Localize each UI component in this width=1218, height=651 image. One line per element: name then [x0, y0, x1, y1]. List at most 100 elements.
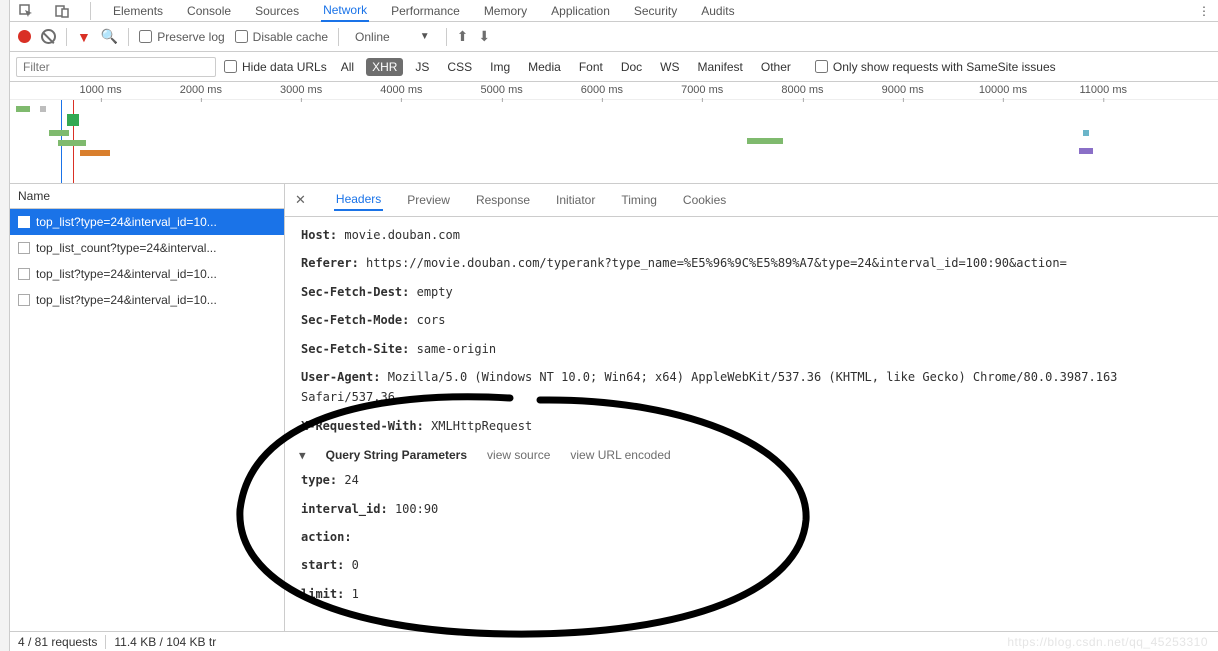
- request-row[interactable]: top_list?type=24&interval_id=10...: [10, 261, 284, 287]
- filter-media[interactable]: Media: [522, 58, 567, 76]
- preserve-log-label: Preserve log: [157, 30, 224, 44]
- samesite-checkbox[interactable]: Only show requests with SameSite issues: [815, 60, 1056, 74]
- tick: 11000 ms: [1079, 84, 1127, 96]
- devtools-gutter: [0, 0, 10, 651]
- download-har-icon[interactable]: ⬇: [478, 28, 490, 45]
- file-icon: [18, 268, 30, 280]
- filter-manifest[interactable]: Manifest: [692, 58, 749, 76]
- search-icon[interactable]: 🔍: [101, 28, 118, 45]
- file-icon: [18, 242, 30, 254]
- filter-font[interactable]: Font: [573, 58, 609, 76]
- header-name: Sec-Fetch-Mode:: [301, 313, 409, 327]
- tick: 2000 ms: [180, 84, 222, 96]
- tick: 6000 ms: [581, 84, 623, 96]
- network-timeline[interactable]: 1000 ms 2000 ms 3000 ms 4000 ms 5000 ms …: [10, 82, 1218, 184]
- request-row[interactable]: top_list_count?type=24&interval...: [10, 235, 284, 261]
- view-source-link[interactable]: view source: [487, 448, 550, 462]
- header-name: X-Requested-With:: [301, 419, 424, 433]
- tab-audits[interactable]: Audits: [699, 1, 736, 21]
- tab-elements[interactable]: Elements: [111, 1, 165, 21]
- filter-ws[interactable]: WS: [654, 58, 685, 76]
- samesite-label: Only show requests with SameSite issues: [833, 60, 1056, 74]
- hide-data-urls-label: Hide data URLs: [242, 60, 327, 74]
- tab-network[interactable]: Network: [321, 0, 369, 22]
- tick: 5000 ms: [481, 84, 523, 96]
- file-icon: [18, 294, 30, 306]
- network-content: Name top_list?type=24&interval_id=10... …: [10, 184, 1218, 631]
- chevron-down-icon: ▼: [420, 31, 430, 42]
- header-value: movie.douban.com: [344, 228, 460, 242]
- inspect-icon[interactable]: [18, 3, 34, 19]
- throttling-select[interactable]: Online▼: [349, 28, 436, 46]
- header-name: Sec-Fetch-Dest:: [301, 285, 409, 299]
- waterfall-bar: [16, 106, 30, 112]
- details-tab-headers[interactable]: Headers: [334, 189, 383, 211]
- details-tabs: ✕ Headers Preview Response Initiator Tim…: [285, 184, 1218, 217]
- hide-data-urls-checkbox[interactable]: Hide data URLs: [224, 60, 327, 74]
- tab-sources[interactable]: Sources: [253, 1, 301, 21]
- device-toolbar-icon[interactable]: [54, 3, 70, 19]
- separator: [128, 28, 129, 46]
- details-tab-preview[interactable]: Preview: [405, 190, 452, 210]
- separator: [66, 28, 67, 46]
- param-name: action:: [301, 530, 352, 544]
- filter-input[interactable]: [16, 57, 216, 77]
- file-icon: [18, 216, 30, 228]
- network-toolbar: ▼ 🔍 Preserve log Disable cache Online▼ ⬆…: [10, 22, 1218, 52]
- disclosure-triangle-icon[interactable]: ▼: [299, 449, 306, 462]
- filter-css[interactable]: CSS: [441, 58, 478, 76]
- request-row[interactable]: top_list?type=24&interval_id=10...: [10, 209, 284, 235]
- headers-body[interactable]: Host: movie.douban.com Referer: https://…: [285, 217, 1218, 631]
- filter-doc[interactable]: Doc: [615, 58, 648, 76]
- waterfall-bar: [747, 138, 783, 144]
- tab-memory[interactable]: Memory: [482, 1, 529, 21]
- tick: 4000 ms: [380, 84, 422, 96]
- filter-img[interactable]: Img: [484, 58, 516, 76]
- view-url-encoded-link[interactable]: view URL encoded: [570, 448, 670, 462]
- tab-performance[interactable]: Performance: [389, 1, 462, 21]
- tick: 3000 ms: [280, 84, 322, 96]
- name-column-header[interactable]: Name: [10, 184, 284, 209]
- waterfall-bar: [40, 106, 46, 112]
- header-value: empty: [417, 285, 453, 299]
- header-name: Host:: [301, 228, 337, 242]
- waterfall-bar: [80, 150, 110, 156]
- tick: 1000 ms: [79, 84, 121, 96]
- filter-js[interactable]: JS: [409, 58, 435, 76]
- timeline-ruler: 1000 ms 2000 ms 3000 ms 4000 ms 5000 ms …: [10, 82, 1218, 100]
- waterfall-bar: [49, 130, 69, 136]
- details-tab-initiator[interactable]: Initiator: [554, 190, 597, 210]
- record-button[interactable]: [18, 30, 31, 43]
- watermark: https://blog.csdn.net/qq_45253310: [1007, 635, 1208, 649]
- tab-console[interactable]: Console: [185, 1, 233, 21]
- details-tab-cookies[interactable]: Cookies: [681, 190, 728, 210]
- separator: [90, 2, 91, 20]
- tab-security[interactable]: Security: [632, 1, 679, 21]
- param-name: limit:: [301, 587, 344, 601]
- waterfall-bar: [1083, 130, 1089, 136]
- header-value: https://movie.douban.com/typerank?type_n…: [366, 256, 1067, 270]
- header-value: same-origin: [417, 342, 496, 356]
- more-menu-icon[interactable]: ⋮: [1198, 4, 1210, 18]
- param-value: 100:90: [395, 502, 438, 516]
- header-value: Mozilla/5.0 (Windows NT 10.0; Win64; x64…: [301, 370, 1117, 404]
- details-tab-response[interactable]: Response: [474, 190, 532, 210]
- query-params-section[interactable]: ▼ Query String Parameters view source vi…: [299, 440, 1204, 466]
- tab-application[interactable]: Application: [549, 1, 612, 21]
- clear-button[interactable]: [41, 29, 56, 44]
- disable-cache-checkbox[interactable]: Disable cache: [235, 30, 328, 44]
- param-name: start:: [301, 558, 344, 572]
- preserve-log-checkbox[interactable]: Preserve log: [139, 30, 224, 44]
- close-details-icon[interactable]: ✕: [295, 192, 306, 208]
- devtools-panel-tabs: Elements Console Sources Network Perform…: [10, 0, 1218, 22]
- request-row[interactable]: top_list?type=24&interval_id=10...: [10, 287, 284, 313]
- details-tab-timing[interactable]: Timing: [619, 190, 659, 210]
- filter-other[interactable]: Other: [755, 58, 797, 76]
- request-list: Name top_list?type=24&interval_id=10... …: [10, 184, 285, 631]
- separator: [446, 28, 447, 46]
- upload-har-icon[interactable]: ⬆: [457, 28, 469, 45]
- filter-all[interactable]: All: [335, 58, 360, 76]
- waterfall-bar: [1079, 148, 1093, 154]
- filter-xhr[interactable]: XHR: [366, 58, 403, 76]
- filter-icon[interactable]: ▼: [77, 29, 91, 45]
